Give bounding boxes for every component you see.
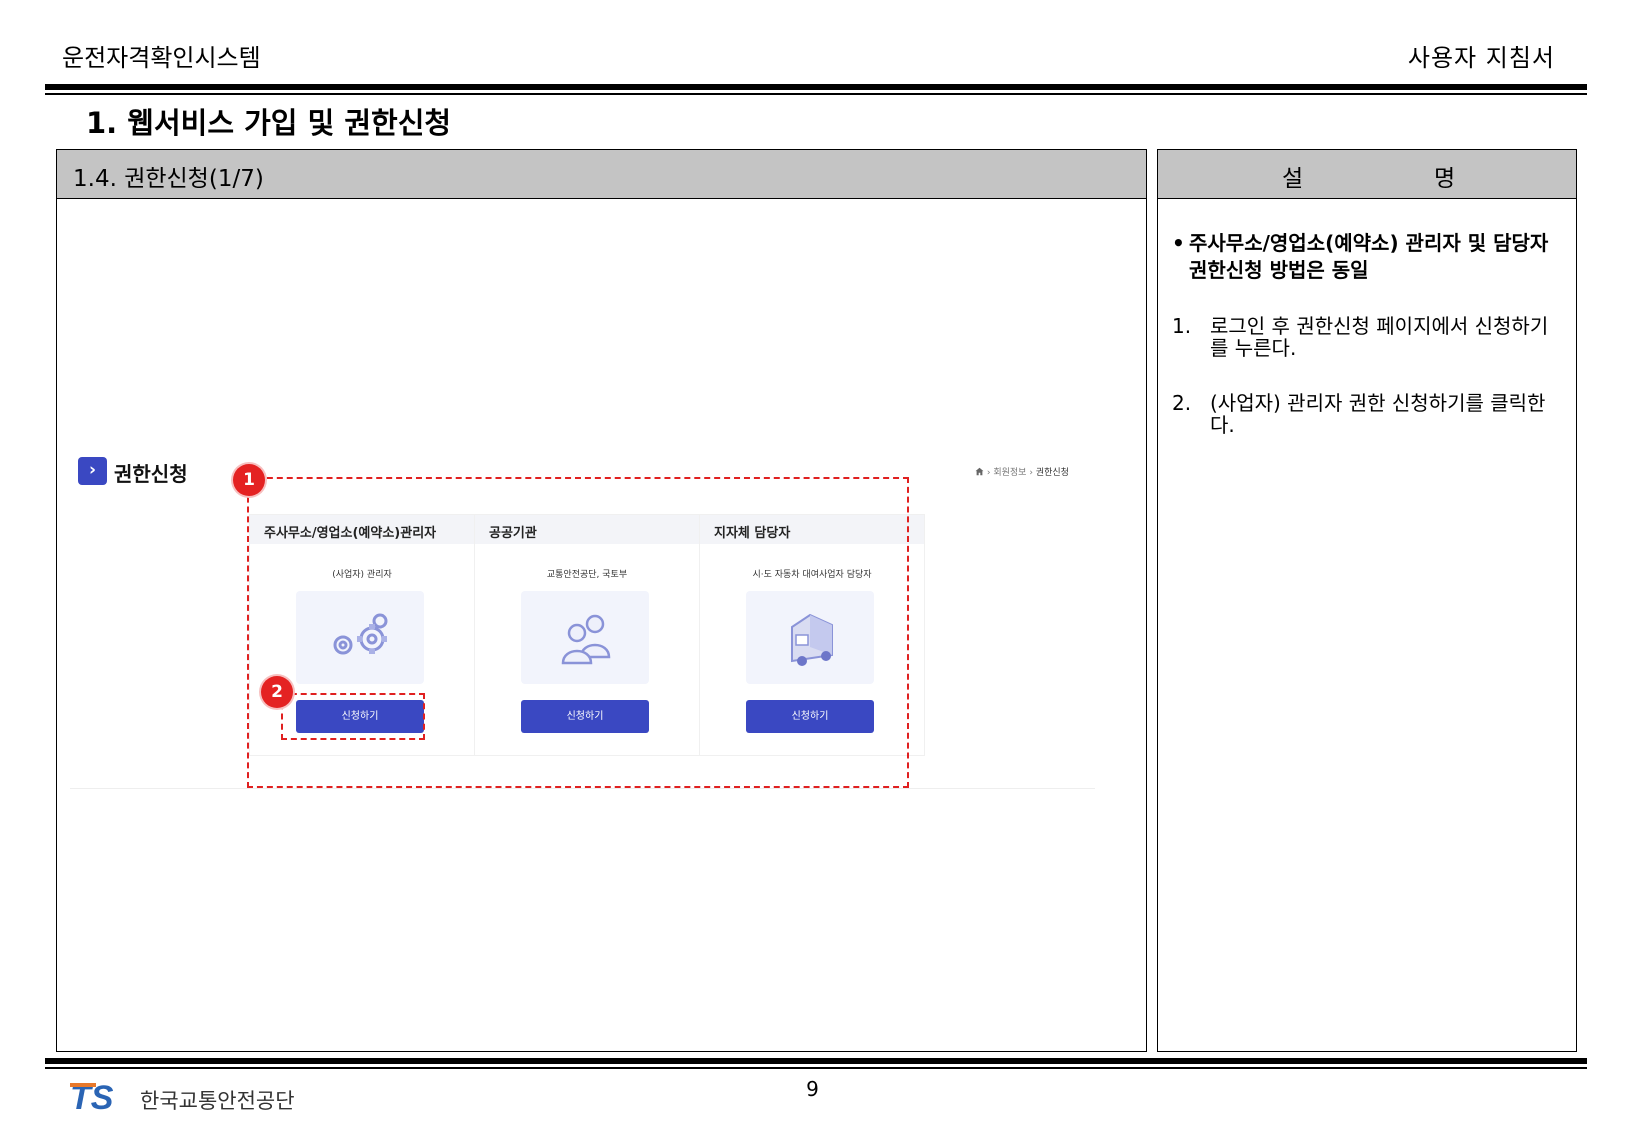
description-panel-header: 설 명 — [1158, 150, 1576, 199]
chevron-right-icon: › — [78, 457, 107, 485]
step-marker-1: 1 — [233, 464, 265, 496]
system-name: 운전자격확인시스템 — [62, 44, 261, 72]
step-marker-2: 2 — [261, 676, 293, 708]
screenshot-page-title-text: 권한신청 — [114, 462, 188, 486]
step-item-1: 1. 로그인 후 권한신청 페이지에서 신청하기를 누른다. — [1172, 315, 1554, 359]
bullet-text: 주사무소/영업소(예약소) 관리자 및 담당자 권한신청 방법은 동일 — [1189, 231, 1549, 282]
description-header-char-2: 명 — [1434, 166, 1456, 192]
section-title: 1. 웹서비스 가입 및 권한신청 — [86, 106, 452, 140]
breadcrumb: › 회원정보 › 권한신청 — [975, 465, 1069, 478]
document-title: 사용자 지침서 — [1407, 44, 1555, 72]
step-item-2: 2. (사업자) 관리자 권한 신청하기를 클릭한다. — [1172, 392, 1554, 436]
highlight-card-group — [247, 477, 909, 788]
home-icon[interactable] — [975, 467, 984, 476]
screenshot-panel-title: 1.4. 권한신청(1/7) — [73, 166, 264, 192]
highlight-apply-button — [281, 693, 425, 740]
step-text: (사업자) 관리자 권한 신청하기를 클릭한다. — [1210, 391, 1546, 437]
bullet-dot: • — [1172, 231, 1185, 255]
footer-rule-thick — [45, 1058, 1587, 1064]
step-number: 1. — [1172, 314, 1192, 338]
page-number: 9 — [806, 1077, 819, 1101]
screenshot-divider — [70, 788, 1095, 789]
screenshot-panel-header: 1.4. 권한신청(1/7) — [57, 150, 1146, 199]
description-panel: 설 명 • 주사무소/영업소(예약소) 관리자 및 담당자 권한신청 방법은 동… — [1157, 149, 1577, 1052]
description-bullet: • 주사무소/영업소(예약소) 관리자 및 담당자 권한신청 방법은 동일 — [1172, 230, 1554, 284]
step-number: 2. — [1172, 391, 1192, 415]
breadcrumb-item-current: 권한신청 — [1035, 468, 1069, 478]
step-text: 로그인 후 권한신청 페이지에서 신청하기를 누른다. — [1210, 314, 1549, 360]
breadcrumb-item-member-info[interactable]: 회원정보 — [993, 468, 1026, 478]
header-rule-thick — [45, 84, 1587, 90]
header-rule-thin — [45, 93, 1587, 95]
description-header-char-1: 설 — [1282, 166, 1304, 192]
footer-rule-thin — [45, 1067, 1587, 1069]
